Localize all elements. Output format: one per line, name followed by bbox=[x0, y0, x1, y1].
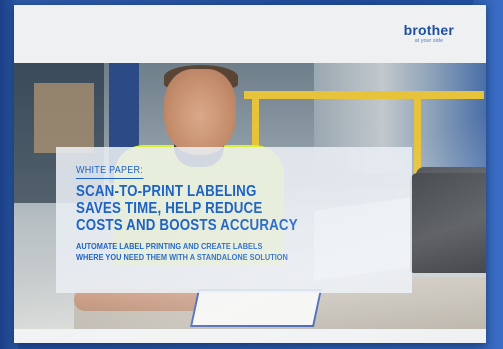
brand-tagline: at your side bbox=[414, 38, 444, 44]
document-title: SCAN-TO-PRINT LABELING SAVES TIME, HELP … bbox=[76, 183, 351, 234]
subtitle-line: AUTOMATE LABEL PRINTING AND CREATE LABEL… bbox=[76, 241, 263, 251]
title-line: SCAN-TO-PRINT LABELING bbox=[76, 183, 257, 200]
worker-head bbox=[164, 69, 236, 155]
title-line: COSTS AND BOOSTS ACCURACY bbox=[76, 217, 298, 234]
brand-logo: brother at your side bbox=[404, 23, 454, 44]
label-printer bbox=[410, 173, 486, 273]
brand-name: brother bbox=[403, 22, 454, 38]
subtitle-line: WHERE YOU NEED THEM WITH A STANDALONE SO… bbox=[76, 252, 288, 262]
yellow-rail bbox=[244, 91, 484, 99]
clipboard bbox=[189, 289, 323, 327]
title-line: SAVES TIME, HELP REDUCE bbox=[76, 200, 263, 217]
warehouse-boxes bbox=[34, 83, 94, 153]
white-paper-cover[interactable]: brother at your side WHITE PAPER: SCAN-T… bbox=[14, 5, 486, 343]
document-subtitle: AUTOMATE LABEL PRINTING AND CREATE LABEL… bbox=[76, 241, 386, 263]
document-type-label: WHITE PAPER: bbox=[76, 165, 144, 179]
